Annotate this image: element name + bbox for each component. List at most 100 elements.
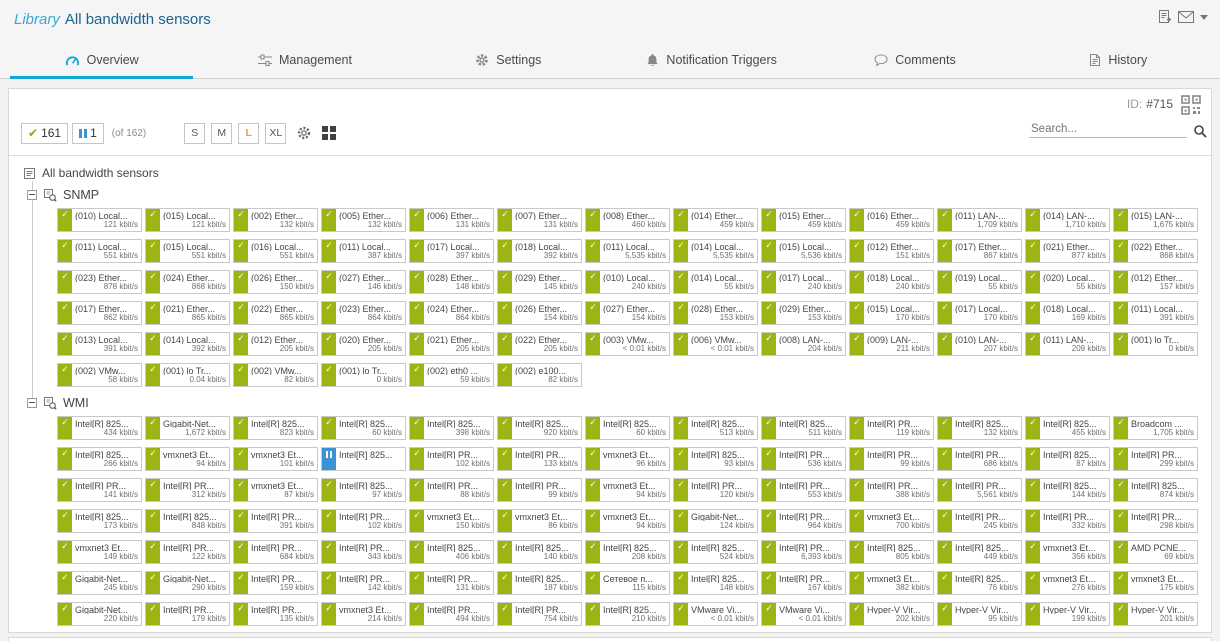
sensor-tile[interactable]: ✓Intel[R] PR...102 kbit/s bbox=[409, 447, 494, 471]
sensor-tile[interactable]: ✓Hyper-V Vir...202 kbit/s bbox=[849, 602, 934, 626]
sensor-tile[interactable]: ✓Intel[R] PR...391 kbit/s bbox=[233, 509, 318, 533]
sensor-tile[interactable]: ✓(021) Ether...877 kbit/s bbox=[1025, 239, 1110, 263]
sensor-tile[interactable]: ✓Intel[R] 825...132 kbit/s bbox=[937, 416, 1022, 440]
size-button-m[interactable]: M bbox=[211, 123, 232, 144]
sensor-tile[interactable]: ✓(017) Ether...862 kbit/s bbox=[57, 301, 142, 325]
sensor-tile[interactable]: ✓Intel[R] 825...398 kbit/s bbox=[409, 416, 494, 440]
sensor-tile[interactable]: ✓Intel[R] 825...76 kbit/s bbox=[937, 571, 1022, 595]
sensor-tile[interactable]: ✓Intel[R] 825...208 kbit/s bbox=[585, 540, 670, 564]
sensor-tile[interactable]: ✓(028) Ether...153 kbit/s bbox=[673, 301, 758, 325]
sensor-tile[interactable]: ✓Intel[R] PR...536 kbit/s bbox=[761, 447, 846, 471]
sensor-tile[interactable]: ✓Intel[R] PR...133 kbit/s bbox=[497, 447, 582, 471]
sensor-tile[interactable]: ✓Gigabit-Net...220 kbit/s bbox=[57, 602, 142, 626]
qr-code-icon[interactable] bbox=[1181, 95, 1201, 115]
sensor-tile[interactable]: ✓Intel[R] PR...88 kbit/s bbox=[409, 478, 494, 502]
sensor-tile[interactable]: ✓Intel[R] PR...299 kbit/s bbox=[1113, 447, 1198, 471]
sensor-tile[interactable]: ✓(018) Local...240 kbit/s bbox=[849, 270, 934, 294]
sensor-tile[interactable]: ✓Intel[R] 825...449 kbit/s bbox=[937, 540, 1022, 564]
sensor-tile[interactable]: ✓Intel[R] PR...245 kbit/s bbox=[937, 509, 1022, 533]
sensor-tile[interactable]: ✓Intel[R] PR...332 kbit/s bbox=[1025, 509, 1110, 533]
sensor-tile[interactable]: ✓Intel[R] 825...187 kbit/s bbox=[497, 571, 582, 595]
sensor-tile[interactable]: ✓(015) Local...551 kbit/s bbox=[145, 239, 230, 263]
tab-settings[interactable]: Settings bbox=[407, 42, 610, 78]
sensor-tile[interactable]: ✓vmxnet3 Et...700 kbit/s bbox=[849, 509, 934, 533]
collapse-icon[interactable] bbox=[27, 190, 37, 200]
sensor-tile[interactable]: ✓Intel[R] 825...874 kbit/s bbox=[1113, 478, 1198, 502]
sensor-tile[interactable]: ✓(005) Ether...132 kbit/s bbox=[321, 208, 406, 232]
sensor-tile[interactable]: ✓(015) Local...121 kbit/s bbox=[145, 208, 230, 232]
sensor-tile[interactable]: ✓Intel[R] PR...122 kbit/s bbox=[145, 540, 230, 564]
sensor-tile[interactable]: ✓(029) Ether...145 kbit/s bbox=[497, 270, 582, 294]
sensor-tile[interactable]: ✓(018) Local...169 kbit/s bbox=[1025, 301, 1110, 325]
size-button-xl[interactable]: XL bbox=[265, 123, 286, 144]
sensor-tile[interactable]: ✓Gigabit-Net...124 kbit/s bbox=[673, 509, 758, 533]
sensor-tile[interactable]: ✓Intel[R] 825...266 kbit/s bbox=[57, 447, 142, 471]
new-document-icon[interactable] bbox=[1157, 9, 1172, 25]
sensor-tile[interactable]: ✓(014) Local...392 kbit/s bbox=[145, 332, 230, 356]
sensor-tile[interactable]: ✓(017) Local...397 kbit/s bbox=[409, 239, 494, 263]
sensor-tile[interactable]: ✓(010) Local...240 kbit/s bbox=[585, 270, 670, 294]
sensor-tile[interactable]: ✓(012) Ether...205 kbit/s bbox=[233, 332, 318, 356]
sensor-tile[interactable]: ✓Intel[R] PR...135 kbit/s bbox=[233, 602, 318, 626]
breadcrumb-library[interactable]: Library bbox=[14, 11, 60, 28]
sensor-tile[interactable]: ✓Broadcom ...1,705 kbit/s bbox=[1113, 416, 1198, 440]
sensor-tile[interactable]: ✓(011) LAN-...1,709 kbit/s bbox=[937, 208, 1022, 232]
collapse-icon[interactable] bbox=[27, 398, 37, 408]
sensor-tile[interactable]: ✓Intel[R] 825...920 kbit/s bbox=[497, 416, 582, 440]
sensor-tile[interactable]: ✓Intel[R] 825...60 kbit/s bbox=[585, 416, 670, 440]
sensor-tile[interactable]: ✓(017) Local...240 kbit/s bbox=[761, 270, 846, 294]
sensor-tile[interactable]: ✓vmxnet3 Et...356 kbit/s bbox=[1025, 540, 1110, 564]
sensor-tile[interactable]: ✓Hyper-V Vir...199 kbit/s bbox=[1025, 602, 1110, 626]
sensor-tile[interactable]: ✓(002) VMw...58 kbit/s bbox=[57, 363, 142, 387]
sensor-tile[interactable]: ✓vmxnet3 Et...382 kbit/s bbox=[849, 571, 934, 595]
sensor-tile[interactable]: ✓(022) Ether...865 kbit/s bbox=[233, 301, 318, 325]
sensor-tile[interactable]: ✓(017) Local...170 kbit/s bbox=[937, 301, 1022, 325]
sensor-tile[interactable]: ✓vmxnet3 Et...94 kbit/s bbox=[585, 478, 670, 502]
sensor-tile[interactable]: ✓Intel[R] PR...159 kbit/s bbox=[233, 571, 318, 595]
sensor-tile[interactable]: ✓(002) Ether...132 kbit/s bbox=[233, 208, 318, 232]
sensor-tile[interactable]: ✓VMware Vi...< 0.01 kbit/s bbox=[761, 602, 846, 626]
sensor-tile[interactable]: ✓(007) Ether...131 kbit/s bbox=[497, 208, 582, 232]
sensor-tile[interactable]: ✓Intel[R] PR...388 kbit/s bbox=[849, 478, 934, 502]
sensor-tile[interactable]: ✓AMD PCNE...69 kbit/s bbox=[1113, 540, 1198, 564]
sensor-tile[interactable]: ✓VMware Vi...< 0.01 kbit/s bbox=[673, 602, 758, 626]
sensor-tile[interactable]: ✓Intel[R] PR...179 kbit/s bbox=[145, 602, 230, 626]
search-icon[interactable] bbox=[1193, 124, 1207, 138]
sensor-tile[interactable]: ✓Intel[R] 825...823 kbit/s bbox=[233, 416, 318, 440]
sensor-tile[interactable]: ✓Intel[R] 825...513 kbit/s bbox=[673, 416, 758, 440]
sensor-tile[interactable]: ✓vmxnet3 Et...94 kbit/s bbox=[585, 509, 670, 533]
tab-history[interactable]: History bbox=[1017, 42, 1220, 78]
sensor-tile[interactable]: ✓Intel[R] 825...455 kbit/s bbox=[1025, 416, 1110, 440]
sensor-tile[interactable]: ✓Gigabit-Net...245 kbit/s bbox=[57, 571, 142, 595]
sensor-tile[interactable]: ✓Hyper-V Vir...95 kbit/s bbox=[937, 602, 1022, 626]
sensor-tile[interactable]: ✓Intel[R] PR...686 kbit/s bbox=[937, 447, 1022, 471]
sensor-tile[interactable]: ✓(010) LAN-...207 kbit/s bbox=[937, 332, 1022, 356]
sensor-tile[interactable]: ✓(023) Ether...878 kbit/s bbox=[57, 270, 142, 294]
sensor-tile[interactable]: ✓(006) Ether...131 kbit/s bbox=[409, 208, 494, 232]
sensor-tile[interactable]: ✓(001) lo Tr...0 kbit/s bbox=[321, 363, 406, 387]
sensor-tile[interactable]: ✓(029) Ether...153 kbit/s bbox=[761, 301, 846, 325]
sensor-tile[interactable]: ✓Intel[R] PR...102 kbit/s bbox=[321, 509, 406, 533]
sensor-tile[interactable]: ✓Сетевое п...115 kbit/s bbox=[585, 571, 670, 595]
sensor-tile[interactable]: ✓(014) Local...55 kbit/s bbox=[673, 270, 758, 294]
sensor-tile[interactable]: ✓(015) LAN-...1,675 kbit/s bbox=[1113, 208, 1198, 232]
sensor-tile[interactable]: ✓(023) Ether...864 kbit/s bbox=[321, 301, 406, 325]
tree-root[interactable]: All bandwidth sensors bbox=[23, 164, 1199, 182]
sensor-tile[interactable]: ✓Intel[R] 825...60 kbit/s bbox=[321, 416, 406, 440]
sensor-tile[interactable]: ✓Intel[R] 825...148 kbit/s bbox=[673, 571, 758, 595]
sensor-tile[interactable]: ✓(001) lo Tr...0 kbit/s bbox=[1113, 332, 1198, 356]
sensor-tile[interactable]: ✓(021) Ether...865 kbit/s bbox=[145, 301, 230, 325]
sensor-tile[interactable]: ✓(013) Local...391 kbit/s bbox=[57, 332, 142, 356]
sensor-tile[interactable]: ✓Intel[R] PR...99 kbit/s bbox=[497, 478, 582, 502]
email-icon[interactable] bbox=[1178, 11, 1194, 23]
tab-management[interactable]: Management bbox=[203, 42, 406, 78]
sensor-tile[interactable]: ✓Intel[R] PR...312 kbit/s bbox=[145, 478, 230, 502]
sensor-tile[interactable]: ✓Intel[R] PR...120 kbit/s bbox=[673, 478, 758, 502]
sensor-tile[interactable]: ✓(026) Ether...154 kbit/s bbox=[497, 301, 582, 325]
sensor-tile[interactable]: ✓Intel[R] 825...524 kbit/s bbox=[673, 540, 758, 564]
sensor-tile[interactable]: ✓Intel[R] 825...406 kbit/s bbox=[409, 540, 494, 564]
sensor-tile[interactable]: ✓(026) Ether...150 kbit/s bbox=[233, 270, 318, 294]
sensor-tile[interactable]: ✓(024) Ether...868 kbit/s bbox=[145, 270, 230, 294]
sensor-tile[interactable]: ✓(008) LAN-...204 kbit/s bbox=[761, 332, 846, 356]
sensor-tile[interactable]: ✓(015) Ether...459 kbit/s bbox=[761, 208, 846, 232]
